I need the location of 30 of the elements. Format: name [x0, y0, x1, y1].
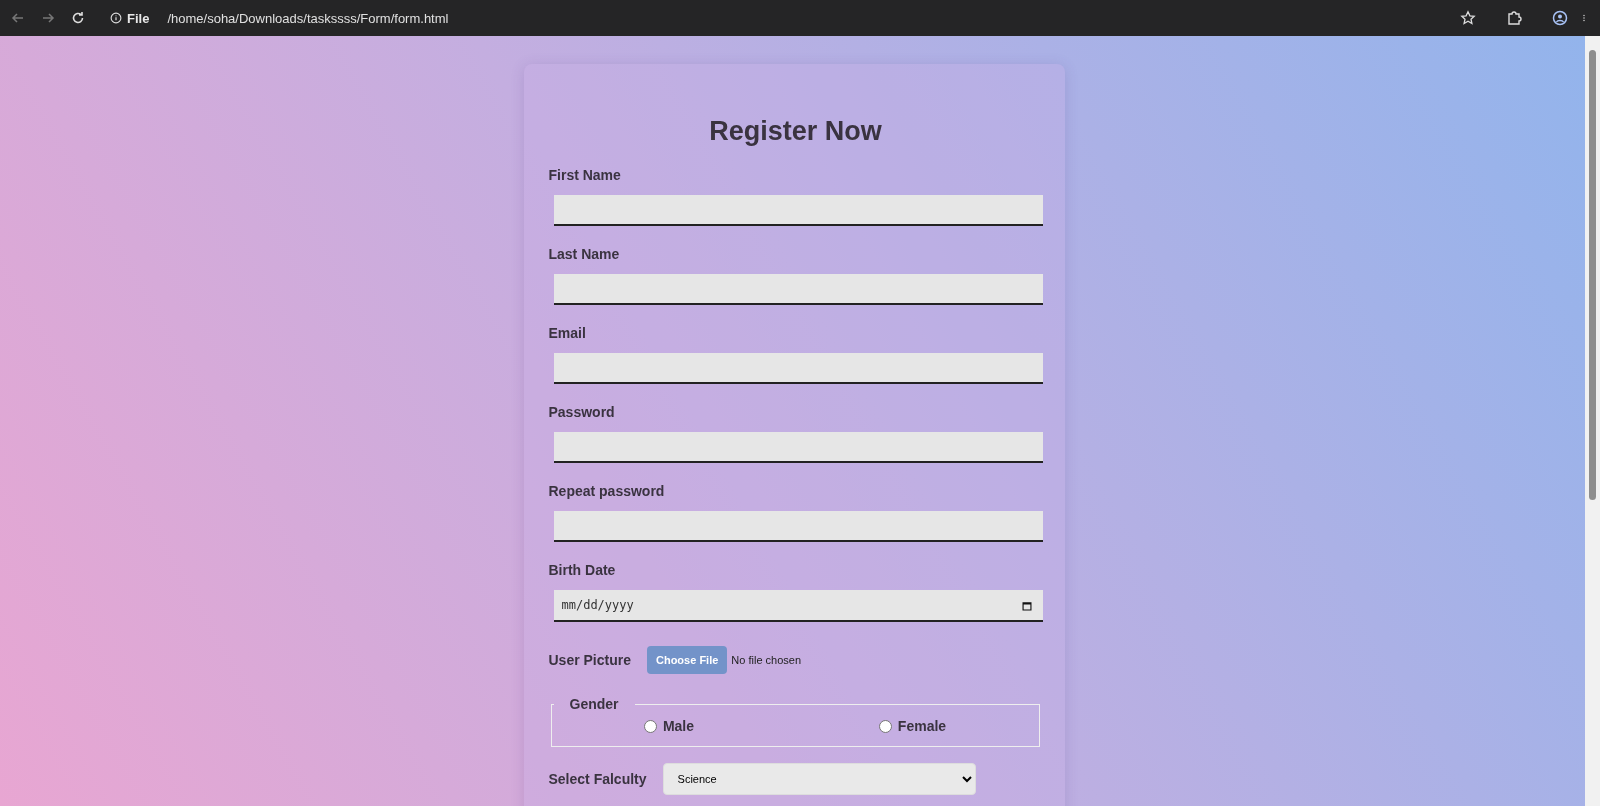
file-status: No file chosen: [731, 654, 802, 666]
field-label: First Name: [548, 167, 622, 183]
gender-option[interactable]: Female: [878, 718, 947, 734]
radio-button[interactable]: [643, 719, 657, 733]
form-title: Register Now: [708, 116, 883, 147]
field-label: Repeat password: [548, 483, 666, 499]
text-field[interactable]: [553, 432, 1043, 463]
field-label: Birth Date: [548, 562, 617, 578]
reload-icon[interactable]: [70, 10, 86, 26]
faculty-select[interactable]: Science: [662, 763, 976, 795]
field-label: Email: [548, 325, 587, 341]
calendar-icon[interactable]: [1020, 600, 1033, 612]
radio-button[interactable]: [878, 719, 892, 733]
site-info-chip[interactable]: File: [100, 10, 154, 26]
text-field[interactable]: [553, 353, 1043, 384]
text-field[interactable]: [553, 195, 1043, 226]
field-label: Select Falculty: [548, 771, 647, 787]
field-label: Last Name: [548, 246, 621, 262]
text-field[interactable]: [553, 511, 1043, 542]
date-field[interactable]: mm/dd/yyyy: [553, 590, 1043, 622]
text-field[interactable]: [553, 274, 1043, 305]
extensions-icon[interactable]: [1506, 10, 1522, 26]
profile-icon[interactable]: [1552, 10, 1568, 26]
star-icon[interactable]: [1460, 10, 1476, 26]
field-label: User Picture: [548, 652, 631, 668]
field-label: Password: [548, 404, 616, 420]
group-legend: Gender: [553, 696, 635, 712]
gender-option[interactable]: Male: [643, 718, 695, 734]
address-url[interactable]: /home/soha/Downloads/taskssss/Form/form.html: [167, 10, 449, 26]
info-icon: [110, 12, 122, 24]
